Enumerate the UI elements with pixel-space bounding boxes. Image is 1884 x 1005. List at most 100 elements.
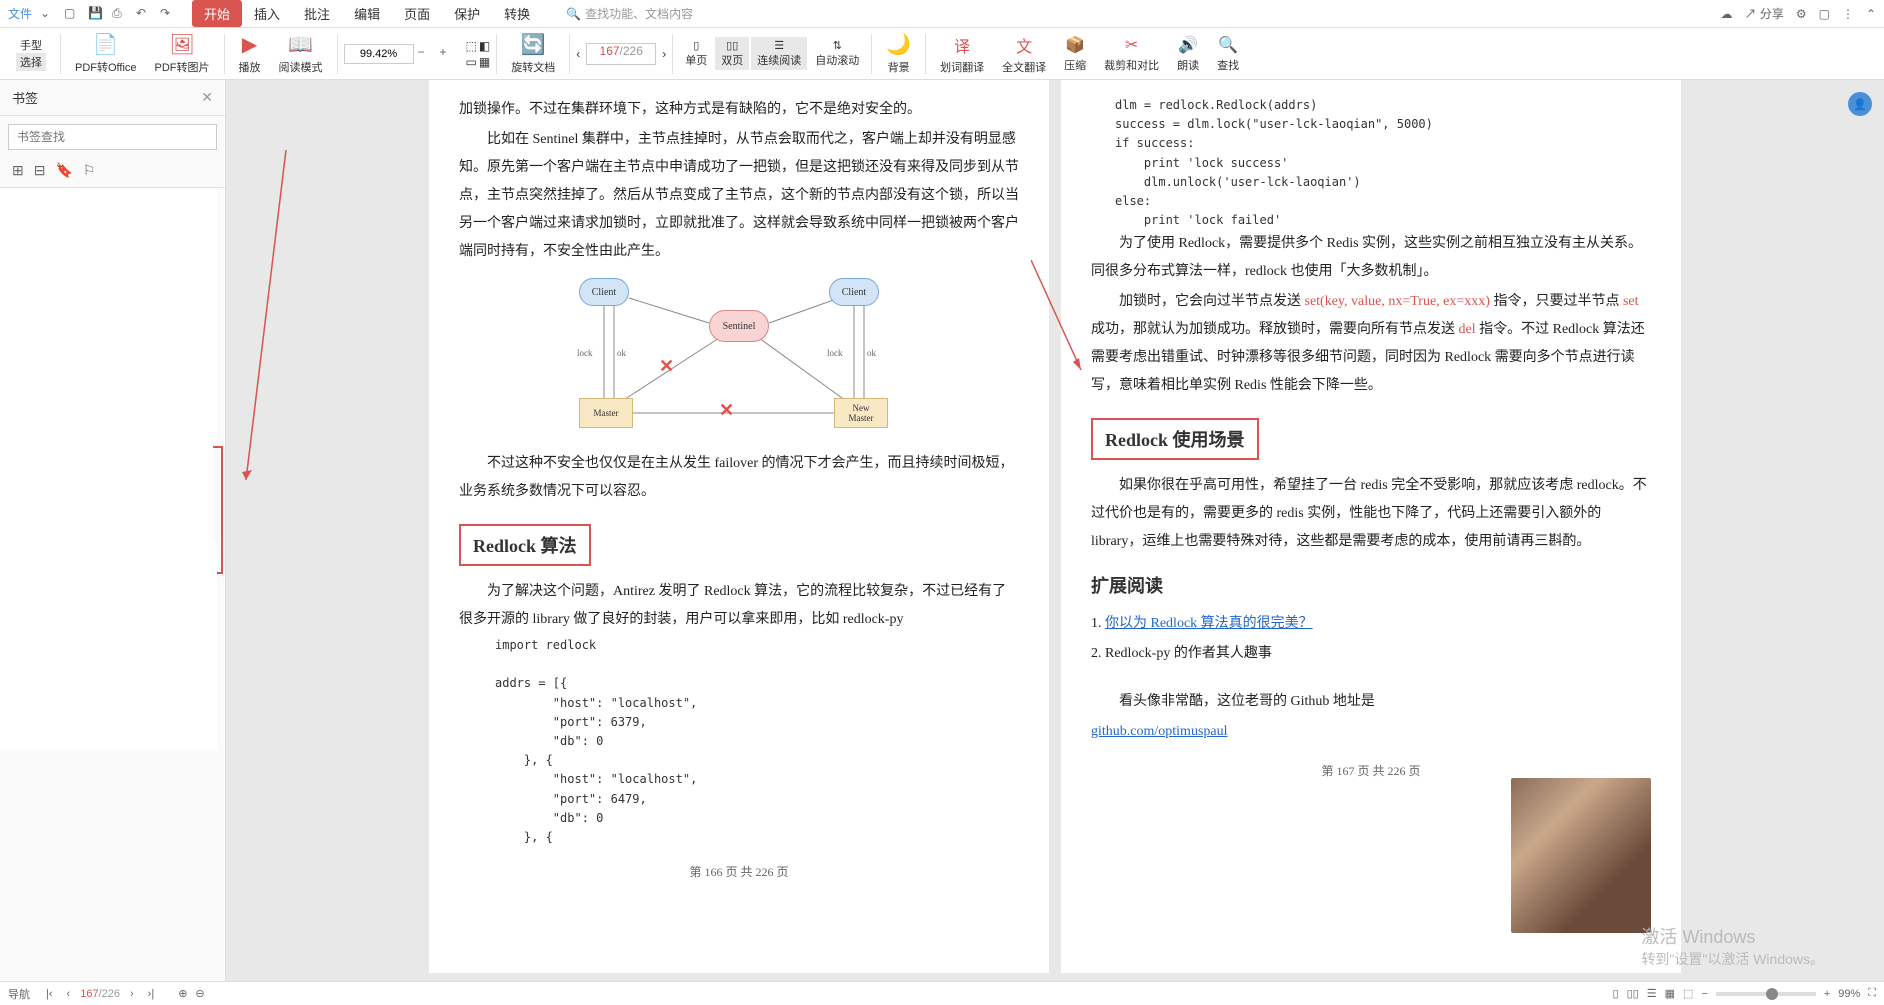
- tab-annotate[interactable]: 批注: [292, 0, 342, 27]
- find-button[interactable]: 🔍查找: [1209, 33, 1247, 75]
- link-redlock-perfect[interactable]: 你以为 Redlock 算法真的很完美？: [1105, 616, 1313, 631]
- next-page-icon[interactable]: ›: [662, 47, 666, 61]
- sidebar-title: 书签: [12, 88, 38, 107]
- heading-redlock-usage: Redlock 使用场景: [1091, 418, 1259, 460]
- zoom-slider[interactable]: [1716, 992, 1816, 996]
- page-167: dlm = redlock.Redlock(addrs) success = d…: [1061, 80, 1681, 973]
- page-indicator[interactable]: 167/226: [80, 988, 120, 1000]
- view-double-icon[interactable]: ▯▯: [1627, 987, 1639, 1000]
- double-page-view[interactable]: ▯▯双页: [715, 37, 749, 70]
- tab-edit[interactable]: 编辑: [342, 0, 392, 27]
- crop-compare[interactable]: ✂裁剪和对比: [1096, 33, 1167, 75]
- global-search[interactable]: 🔍 查找功能、文档内容: [566, 5, 693, 22]
- auto-scroll[interactable]: ⇅自动滚动: [809, 37, 865, 70]
- pdf-to-office[interactable]: 📄PDF转Office: [67, 30, 145, 77]
- paragraph: 比如在 Sentinel 集群中，主节点挂掉时，从节点会取而代之，客户端上却并没…: [459, 126, 1019, 266]
- save-icon[interactable]: 💾: [88, 6, 104, 22]
- full-translate[interactable]: 文全文翻译: [994, 31, 1054, 77]
- document-content[interactable]: 加锁操作。不过在集群环境下，这种方式是有缺陷的，它不是绝对安全的。 比如在 Se…: [226, 80, 1884, 981]
- open-icon[interactable]: ▢: [64, 6, 80, 22]
- code-block: import redlock addrs = [{ "host": "local…: [495, 636, 1019, 847]
- read-aloud[interactable]: 🔊朗读: [1169, 33, 1207, 75]
- float-badge[interactable]: 👤: [1848, 92, 1872, 116]
- prev-page-icon[interactable]: ‹: [576, 47, 580, 61]
- tab-page[interactable]: 页面: [392, 0, 442, 27]
- minus-icon[interactable]: ⊖: [195, 987, 204, 1000]
- heading-redlock-algorithm: Redlock 算法: [459, 524, 591, 566]
- close-sidebar-icon[interactable]: ✕: [201, 89, 213, 106]
- link-github[interactable]: github.com/optimuspaul: [1091, 724, 1228, 739]
- share-button[interactable]: ↗ 分享: [1744, 5, 1783, 22]
- last-page-icon[interactable]: ›|: [144, 988, 159, 1000]
- tab-convert[interactable]: 转换: [492, 0, 542, 27]
- gear-icon[interactable]: ⚙: [1796, 7, 1807, 21]
- add-icon[interactable]: ⊕: [178, 987, 187, 1000]
- architecture-diagram: Client Client Sentinel Master New Master…: [559, 278, 919, 438]
- window-icon[interactable]: ▢: [1819, 7, 1830, 21]
- paragraph: 为了使用 Redlock，需要提供多个 Redis 实例，这些实例之前相互独立没…: [1091, 230, 1651, 286]
- rotate-button[interactable]: 🔄旋转文档: [503, 30, 563, 77]
- bookmark-search-input[interactable]: [8, 124, 217, 150]
- heading-extended-reading: 扩展阅读: [1091, 572, 1651, 598]
- fullscreen-icon[interactable]: ⛶: [1868, 987, 1876, 1000]
- page-input[interactable]: 167/226: [586, 43, 656, 65]
- paragraph: 如果你很在乎高可用性，希望挂了一台 redis 完全不受影响，那就应该考虑 re…: [1091, 472, 1651, 556]
- dropdown-icon[interactable]: ⌄: [40, 6, 56, 22]
- collapse-all-icon[interactable]: ⊟: [34, 162, 46, 179]
- page-footer: 第 166 页 共 226 页: [459, 863, 1019, 880]
- list-item: 2. Redlock-py 的作者其人趣事: [1091, 640, 1651, 668]
- more-icon[interactable]: ⋮: [1842, 7, 1854, 21]
- cloud-icon[interactable]: ☁: [1720, 7, 1732, 21]
- prev-page-icon[interactable]: ‹: [63, 988, 75, 1000]
- print-icon[interactable]: ⎙: [112, 6, 128, 22]
- zoom-input[interactable]: [344, 44, 414, 64]
- zoom-in-icon[interactable]: +: [1824, 988, 1830, 1000]
- background-button[interactable]: 🌙背景: [878, 30, 919, 77]
- single-page-view[interactable]: ▯单页: [679, 37, 713, 70]
- zoom-out-icon[interactable]: −: [1701, 988, 1707, 1000]
- nav-label: 导航: [8, 986, 30, 1002]
- bookmark-sidebar: 书签 ✕ ⊞ ⊟ 🔖 ⚐ ▸🔖原理 5: 同舟共济 —— 事务111▸🔖原理 6…: [0, 80, 226, 981]
- fit-visible-icon[interactable]: ▦: [479, 55, 490, 69]
- zoom-value: 99%: [1838, 988, 1860, 1000]
- statusbar: 导航 |‹ ‹ 167/226 › ›| ⊕ ⊖ ▯ ▯▯ ☰ ▦ ⬚ − + …: [0, 981, 1884, 1005]
- undo-icon[interactable]: ↶: [136, 6, 152, 22]
- view-single-icon[interactable]: ▯: [1613, 987, 1619, 1000]
- fit-icon[interactable]: ⬚: [1683, 987, 1693, 1000]
- paragraph: 不过这种不安全也仅仅是在主从发生 failover 的情况下才会产生，而且持续时…: [459, 450, 1019, 506]
- view-grid-icon[interactable]: ▦: [1665, 987, 1675, 1000]
- bookmark-list: ▸🔖原理 5: 同舟共济 —— 事务111▸🔖原理 6: 小道消息 —— Pub…: [0, 188, 225, 981]
- redo-icon[interactable]: ↷: [160, 6, 176, 22]
- bookmark-flag-icon[interactable]: ⚐: [83, 162, 96, 179]
- collapse-icon[interactable]: ⌃: [1866, 7, 1876, 21]
- paragraph: 加锁操作。不过在集群环境下，这种方式是有缺陷的，它不是绝对安全的。: [459, 96, 1019, 124]
- play-button[interactable]: ▶播放: [231, 30, 269, 77]
- expand-all-icon[interactable]: ⊞: [12, 162, 24, 179]
- bookmark-add-icon[interactable]: 🔖: [55, 162, 72, 179]
- next-page-icon[interactable]: ›: [126, 988, 138, 1000]
- page-166: 加锁操作。不过在集群环境下，这种方式是有缺陷的，它不是绝对安全的。 比如在 Se…: [429, 80, 1049, 973]
- word-translate[interactable]: 译划词翻译: [932, 31, 992, 77]
- compress-button[interactable]: 📦压缩: [1056, 33, 1094, 75]
- zoom-in-icon[interactable]: +: [440, 45, 458, 63]
- view-continuous-icon[interactable]: ☰: [1647, 987, 1657, 1000]
- paragraph: 看头像非常酷，这位老哥的 Github 地址是: [1091, 688, 1651, 716]
- tab-insert[interactable]: 插入: [242, 0, 292, 27]
- fit-width-icon[interactable]: ⬚: [466, 39, 477, 53]
- bookmark-item[interactable]: ▸🔖拓展 9: 隔墙有耳 —— Redis: [0, 725, 225, 752]
- actual-size-icon[interactable]: ▭: [466, 55, 477, 69]
- read-mode[interactable]: 📖阅读模式: [271, 30, 331, 77]
- menubar: 文件 ⌄ ▢ 💾 ⎙ ↶ ↷ 开始 插入 批注 编辑 页面 保护 转换 🔍 查找…: [0, 0, 1884, 28]
- toolbar: 手型选择 📄PDF转Office 🖼PDF转图片 ▶播放 📖阅读模式 − + ⬚…: [0, 28, 1884, 80]
- continuous-view[interactable]: ☰连续阅读: [751, 37, 807, 70]
- zoom-out-icon[interactable]: −: [418, 45, 436, 63]
- hand-tool[interactable]: 手型选择: [8, 35, 54, 73]
- fit-page-icon[interactable]: ◧: [479, 39, 490, 53]
- pdf-to-image[interactable]: 🖼PDF转图片: [147, 30, 218, 77]
- author-avatar: [1511, 778, 1651, 933]
- first-page-icon[interactable]: |‹: [42, 988, 57, 1000]
- tab-protect[interactable]: 保护: [442, 0, 492, 27]
- file-menu[interactable]: 文件: [8, 5, 32, 22]
- tab-start[interactable]: 开始: [192, 0, 242, 27]
- paragraph: 为了解决这个问题，Antirez 发明了 Redlock 算法，它的流程比较复杂…: [459, 578, 1019, 634]
